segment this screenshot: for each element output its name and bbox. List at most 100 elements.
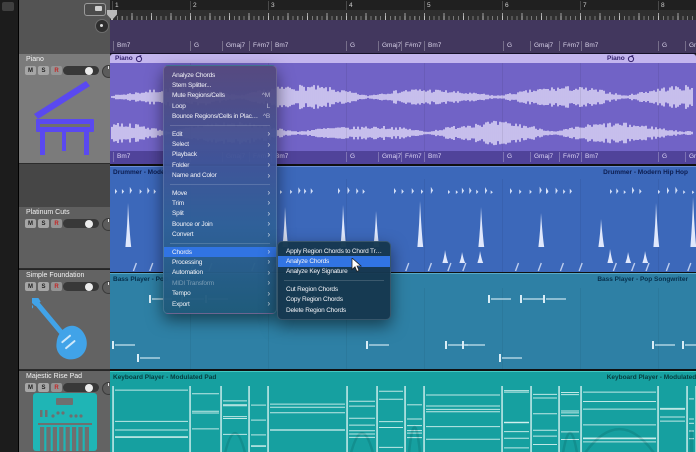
- menu-item-label: Stem Splitter...: [172, 82, 270, 89]
- submenu-item-cut-region-chords[interactable]: Cut Region Chords: [278, 284, 390, 294]
- submenu-arrow-icon: ›: [268, 161, 270, 169]
- record-button[interactable]: R: [51, 282, 62, 291]
- chord-label: Gmaj7: [378, 41, 401, 51]
- record-button[interactable]: R: [51, 66, 62, 75]
- record-button[interactable]: R: [51, 219, 62, 228]
- track-controls: MSR: [25, 282, 62, 291]
- chord-track[interactable]: Bm7GGmaj7F#m7Bm7GGmaj7F#m7Bm7GGmaj7F#m7B…: [110, 20, 696, 54]
- track-header-majestic-rise-pad[interactable]: Majestic Rise PadMSR: [19, 371, 110, 452]
- menu-item-label: Delete Region Chords: [286, 307, 384, 314]
- menu-item-stem-splitter[interactable]: Stem Splitter...: [164, 80, 276, 90]
- submenu-arrow-icon: ›: [268, 248, 270, 256]
- mute-button[interactable]: M: [25, 219, 36, 228]
- menu-item-playback[interactable]: Playback›: [164, 150, 276, 160]
- volume-knob[interactable]: [85, 220, 93, 228]
- menu-item-label: Move: [172, 190, 264, 197]
- ruler-bar-number: 4: [346, 1, 353, 10]
- menu-item-label: MIDI Transform: [172, 280, 264, 287]
- track-header-simple-foundation[interactable]: Simple Foundation MSR: [19, 270, 110, 370]
- menu-item-label: Cut Region Chords: [286, 286, 384, 293]
- track-header-piano[interactable]: PianoMSR: [19, 54, 110, 164]
- chord-label: Bm7: [581, 152, 598, 162]
- synth-keyboard-icon: [31, 391, 99, 452]
- menu-item-label: Analyze Chords: [286, 258, 384, 265]
- menu-item-convert[interactable]: Convert ›: [164, 229, 276, 239]
- chord-label: G: [346, 41, 355, 51]
- menu-item-label: Tempo: [172, 290, 264, 297]
- submenu-arrow-icon: ›: [268, 130, 270, 138]
- menu-item-label: Export: [172, 301, 264, 308]
- menu-item-trim[interactable]: Trim›: [164, 198, 276, 208]
- submenu-arrow-icon: ›: [268, 210, 270, 218]
- volume-slider[interactable]: [63, 66, 99, 75]
- track-name: Simple Foundation: [26, 272, 84, 279]
- track-header-options-button[interactable]: [95, 19, 109, 33]
- chord-label: F#m7: [559, 152, 580, 162]
- menu-item-shortcut: ^B: [263, 113, 270, 120]
- pan-knob[interactable]: [102, 65, 110, 78]
- solo-button[interactable]: S: [38, 219, 49, 228]
- submenu-item-copy-region-chords[interactable]: Copy Region Chords: [278, 295, 390, 305]
- menu-divider: [170, 125, 270, 126]
- ruler-bar-number: 3: [268, 1, 275, 10]
- submenu-item-analyze-chords[interactable]: Analyze Chords: [278, 256, 390, 266]
- menu-divider: [170, 243, 270, 244]
- menu-item-chords[interactable]: Chords ›: [164, 247, 276, 257]
- volume-knob[interactable]: [85, 67, 93, 75]
- solo-button[interactable]: S: [38, 282, 49, 291]
- track-header-platinum-cuts[interactable]: Platinum CutsMSR: [19, 207, 110, 269]
- menu-item-loop[interactable]: LoopL: [164, 101, 276, 111]
- ruler-bar-number: 1: [112, 1, 119, 10]
- submenu-item-delete-region-chords[interactable]: Delete Region Chords: [278, 305, 390, 315]
- menu-item-split[interactable]: Split›: [164, 209, 276, 219]
- solo-button[interactable]: S: [38, 66, 49, 75]
- menu-item-midi-transform[interactable]: MIDI Transform›: [164, 278, 276, 288]
- menu-item-folder[interactable]: Folder›: [164, 160, 276, 170]
- volume-knob[interactable]: [85, 283, 93, 291]
- submenu-arrow-icon: ›: [268, 189, 270, 197]
- piano-region-label-2: Piano: [607, 54, 635, 63]
- chord-label: Bm7: [113, 152, 130, 162]
- menu-item-export[interactable]: Export›: [164, 299, 276, 309]
- pan-knob[interactable]: [102, 382, 110, 395]
- piano-region-header[interactable]: Piano Piano: [110, 54, 696, 63]
- mute-button[interactable]: M: [25, 282, 36, 291]
- submenu-arrow-icon: ›: [268, 231, 270, 239]
- header-display-mode-button[interactable]: [84, 3, 106, 16]
- menu-item-label: Chords: [172, 249, 264, 256]
- menu-item-label: Mute Regions/Cells: [172, 92, 258, 99]
- rail-toggle-button[interactable]: [2, 2, 14, 11]
- menu-item-tempo[interactable]: Tempo ›: [164, 288, 276, 298]
- pan-knob[interactable]: [102, 218, 110, 231]
- menu-item-automation[interactable]: Automation›: [164, 268, 276, 278]
- track-header-panel-top: [19, 0, 110, 55]
- pan-knob[interactable]: [102, 281, 110, 294]
- ruler-bar-numbers[interactable]: 12345678: [110, 0, 696, 10]
- mouse-cursor: [351, 258, 363, 279]
- track-name: Majestic Rise Pad: [26, 373, 82, 380]
- volume-slider[interactable]: [63, 282, 99, 291]
- menu-item-name-and-color[interactable]: Name and Color›: [164, 171, 276, 181]
- submenu-arrow-icon: ›: [268, 290, 270, 298]
- menu-item-select[interactable]: Select›: [164, 139, 276, 149]
- mute-button[interactable]: M: [25, 66, 36, 75]
- menu-item-bounce-regions-cells-in-place[interactable]: Bounce Regions/Cells in Place...^B: [164, 112, 276, 122]
- volume-slider[interactable]: [63, 219, 99, 228]
- keyboard-region[interactable]: Keyboard Player - Modulated Pad Keyboard…: [110, 371, 696, 452]
- ruler-bar-number: 8: [658, 1, 665, 10]
- menu-item-analyze-chords[interactable]: Analyze Chords: [164, 70, 276, 80]
- menu-item-mute-regions-cells[interactable]: Mute Regions/Cells^M: [164, 91, 276, 101]
- menu-item-label: Apply Region Chords to Chord Track: [286, 248, 384, 255]
- chord-label: G: [503, 41, 512, 51]
- menu-item-move[interactable]: Move ›: [164, 188, 276, 198]
- menu-item-label: Convert: [172, 231, 264, 238]
- menu-divider: [284, 280, 384, 281]
- submenu-item-apply-region-chords-to-chord-track[interactable]: Apply Region Chords to Chord Track: [278, 246, 390, 256]
- menu-item-edit[interactable]: Edit›: [164, 129, 276, 139]
- submenu-item-analyze-key-signature[interactable]: Analyze Key Signature: [278, 267, 390, 277]
- chord-label: F#m7: [249, 41, 270, 51]
- menu-item-label: Loop: [172, 103, 263, 110]
- menu-item-processing[interactable]: Processing›: [164, 257, 276, 267]
- submenu-arrow-icon: ›: [268, 258, 270, 266]
- menu-item-bounce-or-join[interactable]: Bounce or Join›: [164, 219, 276, 229]
